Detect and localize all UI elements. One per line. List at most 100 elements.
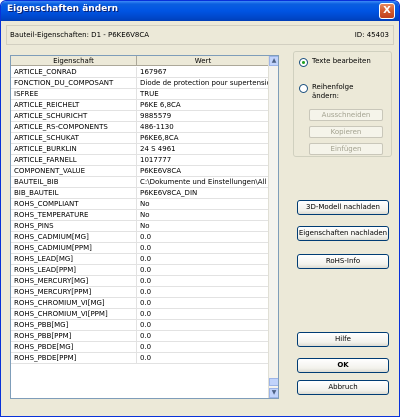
property-name-cell[interactable]: ROHS_LEAD[MG] [11, 254, 137, 265]
scroll-down-icon[interactable]: ▼ [269, 388, 278, 398]
property-value-cell[interactable]: No [138, 199, 269, 210]
table-row[interactable]: ARTICLE_FARNELL 1017777 [11, 155, 269, 166]
table-row[interactable]: ARTICLE_CONRAD 167967 [11, 67, 269, 78]
property-value-cell[interactable]: No [138, 221, 269, 232]
table-row[interactable]: ARTICLE_SCHUKAT P6KE6,8CA [11, 133, 269, 144]
property-name-cell[interactable]: ROHS_PBDE[MG] [11, 342, 137, 353]
property-name-cell[interactable]: ARTICLE_FARNELL [11, 155, 137, 166]
column-header-property[interactable]: Eigenschaft [11, 56, 137, 66]
cancel-button[interactable]: Abbruch [297, 380, 389, 395]
property-name-cell[interactable]: ROHS_LEAD[PPM] [11, 265, 137, 276]
table-row[interactable]: ROHS_CHROMIUM_VI[PPM] 0.0 [11, 309, 269, 320]
property-name-cell[interactable]: ROHS_PINS [11, 221, 137, 232]
help-button[interactable]: Hilfe [297, 332, 389, 347]
property-value-cell[interactable]: P6KE 6,8CA [138, 100, 269, 111]
property-value-cell[interactable]: P6KE6,8CA [138, 133, 269, 144]
property-name-cell[interactable]: ARTICLE_RS-COMPONENTS [11, 122, 137, 133]
paste-button[interactable]: Einfügen [309, 143, 383, 155]
table-row[interactable]: ROHS_COMPLIANT No [11, 199, 269, 210]
property-name-cell[interactable]: ARTICLE_BURKLIN [11, 144, 137, 155]
table-row[interactable]: ROHS_PBDE[MG] 0.0 [11, 342, 269, 353]
property-value-cell[interactable]: 0.0 [138, 243, 269, 254]
property-name-cell[interactable]: ROHS_COMPLIANT [11, 199, 137, 210]
property-value-cell[interactable]: 167967 [138, 67, 269, 78]
property-value-cell[interactable]: 0.0 [138, 342, 269, 353]
property-name-cell[interactable]: ROHS_PBB[PPM] [11, 331, 137, 342]
table-row[interactable]: ROHS_CHROMIUM_VI[MG] 0.0 [11, 298, 269, 309]
table-row[interactable]: BAUTEIL_BIB C:\Dokumente und Einstellunge… [11, 177, 269, 188]
property-name-cell[interactable]: ROHS_CHROMIUM_VI[MG] [11, 298, 137, 309]
property-name-cell[interactable]: ROHS_CHROMIUM_VI[PPM] [11, 309, 137, 320]
rohs-info-button[interactable]: RoHS-Info [297, 254, 389, 269]
property-value-cell[interactable]: 0.0 [138, 232, 269, 243]
property-value-cell[interactable]: P6KE6V8CA_DIN [138, 188, 269, 199]
property-name-cell[interactable]: ROHS_MERCURY[PPM] [11, 287, 137, 298]
vertical-scrollbar[interactable]: ▲ ▼ [268, 56, 278, 398]
property-name-cell[interactable]: BIB_BAUTEIL [11, 188, 137, 199]
reload-properties-button[interactable]: Eigenschaften nachladen [297, 226, 389, 241]
property-value-cell[interactable]: P6KE6V8CA [138, 166, 269, 177]
property-name-cell[interactable]: ROHS_PBDE[PPM] [11, 353, 137, 364]
column-header-value[interactable]: Wert [137, 56, 269, 66]
property-name-cell[interactable]: ROHS_MERCURY[MG] [11, 276, 137, 287]
property-value-cell[interactable]: 0.0 [138, 276, 269, 287]
property-value-cell[interactable]: 0.0 [138, 298, 269, 309]
copy-button[interactable]: Kopieren [309, 126, 383, 138]
table-row[interactable]: ARTICLE_BURKLIN 24 S 4961 [11, 144, 269, 155]
property-value-cell[interactable]: No [138, 210, 269, 221]
properties-table[interactable]: Eigenschaft Wert ARTICLE_CONRAD 167967 FON… [10, 55, 279, 399]
property-value-cell[interactable]: C:\Dokumente und Einstellungen\All U [138, 177, 269, 188]
table-row[interactable]: ROHS_PBB[PPM] 0.0 [11, 331, 269, 342]
table-row[interactable]: FONCTION_DU_COMPOSANT Diode de protection… [11, 78, 269, 89]
table-row[interactable]: ROHS_LEAD[MG] 0.0 [11, 254, 269, 265]
property-value-cell[interactable]: Diode de protection pour supertension [138, 78, 269, 89]
scroll-thumb[interactable] [269, 378, 278, 386]
property-name-cell[interactable]: FONCTION_DU_COMPOSANT [11, 78, 137, 89]
scroll-up-icon[interactable]: ▲ [269, 56, 278, 66]
property-value-cell[interactable]: 0.0 [138, 320, 269, 331]
property-name-cell[interactable]: ROHS_CADMIUM[MG] [11, 232, 137, 243]
radio-edit-text-button[interactable] [299, 58, 308, 67]
property-value-cell[interactable]: 24 S 4961 [138, 144, 269, 155]
property-value-cell[interactable]: TRUE [138, 89, 269, 100]
property-value-cell[interactable]: 0.0 [138, 287, 269, 298]
property-value-cell[interactable]: 0.0 [138, 309, 269, 320]
table-row[interactable]: ARTICLE_REICHELT P6KE 6,8CA [11, 100, 269, 111]
property-value-cell[interactable]: 0.0 [138, 254, 269, 265]
property-name-cell[interactable]: ROHS_CADMIUM[PPM] [11, 243, 137, 254]
radio-change-order-button[interactable] [299, 84, 308, 93]
close-button[interactable]: X [379, 3, 395, 19]
property-name-cell[interactable]: ROHS_TEMPERATURE [11, 210, 137, 221]
table-row[interactable]: ROHS_LEAD[PPM] 0.0 [11, 265, 269, 276]
property-name-cell[interactable]: ROHS_PBB[MG] [11, 320, 137, 331]
property-value-cell[interactable]: 1017777 [138, 155, 269, 166]
property-value-cell[interactable]: 0.0 [138, 331, 269, 342]
property-value-cell[interactable]: 486-1130 [138, 122, 269, 133]
reload-3d-model-button[interactable]: 3D-Modell nachladen [297, 200, 389, 215]
ok-button[interactable]: OK [297, 358, 389, 373]
table-row[interactable]: ARTICLE_SCHURICHT 9885579 [11, 111, 269, 122]
table-row[interactable]: BIB_BAUTEIL P6KE6V8CA_DIN [11, 188, 269, 199]
table-row[interactable]: ROHS_MERCURY[PPM] 0.0 [11, 287, 269, 298]
table-row[interactable]: ROHS_PINS No [11, 221, 269, 232]
property-name-cell[interactable]: ARTICLE_SCHUKAT [11, 133, 137, 144]
property-name-cell[interactable]: COMPONENT_VALUE [11, 166, 137, 177]
table-row[interactable]: ROHS_PBDE[PPM] 0.0 [11, 353, 269, 364]
table-row[interactable]: ISFREE TRUE [11, 89, 269, 100]
table-row[interactable]: ROHS_PBB[MG] 0.0 [11, 320, 269, 331]
property-name-cell[interactable]: ISFREE [11, 89, 137, 100]
property-value-cell[interactable]: 0.0 [138, 265, 269, 276]
property-value-cell[interactable]: 0.0 [138, 353, 269, 364]
table-row[interactable]: ROHS_TEMPERATURE No [11, 210, 269, 221]
table-row[interactable]: COMPONENT_VALUE P6KE6V8CA [11, 166, 269, 177]
property-name-cell[interactable]: ARTICLE_CONRAD [11, 67, 137, 78]
table-row[interactable]: ROHS_CADMIUM[PPM] 0.0 [11, 243, 269, 254]
title-bar[interactable]: Eigenschaften ändern X [1, 1, 399, 21]
property-value-cell[interactable]: 9885579 [138, 111, 269, 122]
table-row[interactable]: ROHS_MERCURY[MG] 0.0 [11, 276, 269, 287]
property-name-cell[interactable]: ARTICLE_SCHURICHT [11, 111, 137, 122]
table-row[interactable]: ARTICLE_RS-COMPONENTS 486-1130 [11, 122, 269, 133]
property-name-cell[interactable]: BAUTEIL_BIB [11, 177, 137, 188]
cut-button[interactable]: Ausschneiden [309, 109, 383, 121]
table-row[interactable]: ROHS_CADMIUM[MG] 0.0 [11, 232, 269, 243]
